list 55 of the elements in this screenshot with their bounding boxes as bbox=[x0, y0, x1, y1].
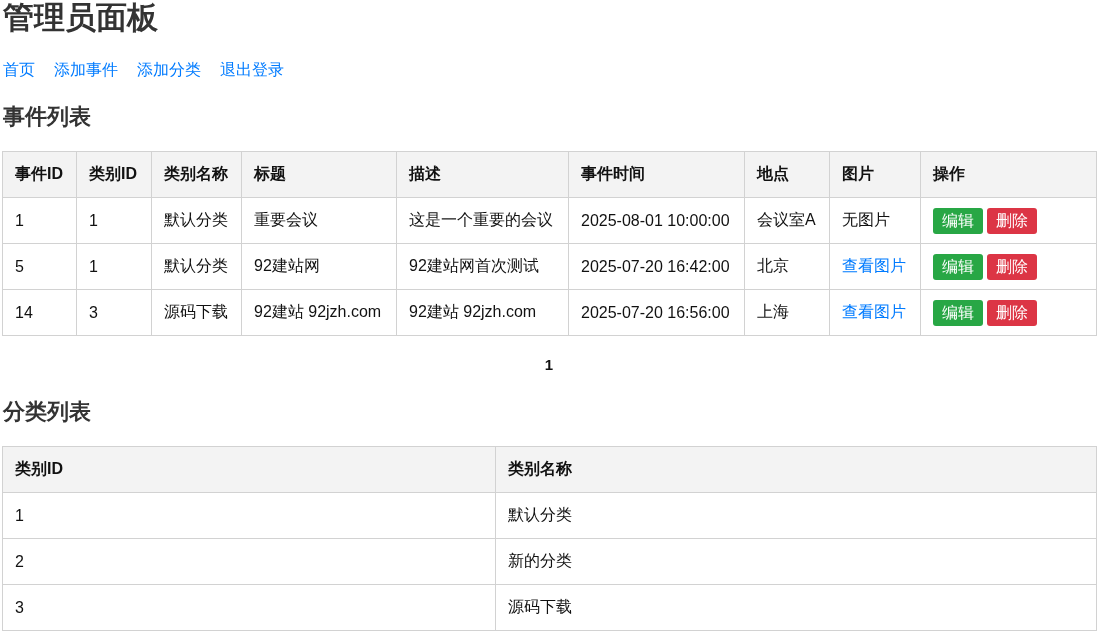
edit-button[interactable]: 编辑 bbox=[933, 207, 983, 234]
edit-button[interactable]: 编辑 bbox=[933, 253, 983, 280]
page-title: 管理员面板 bbox=[2, 0, 158, 36]
table-cell: 92建站 92jzh.com bbox=[241, 289, 397, 336]
table-cell: 2025-08-01 10:00:00 bbox=[568, 197, 745, 244]
column-header: 类别名称 bbox=[151, 151, 242, 198]
table-cell: 92建站 92jzh.com bbox=[396, 289, 569, 336]
column-header: 事件时间 bbox=[568, 151, 745, 198]
table-cell: 源码下载 bbox=[495, 584, 1097, 631]
table-cell: 会议室A bbox=[744, 197, 830, 244]
table-cell: 1 bbox=[2, 197, 77, 244]
table-cell: 3 bbox=[76, 289, 152, 336]
nav-link[interactable]: 添加分类 bbox=[137, 60, 201, 80]
table-cell: 新的分类 bbox=[495, 538, 1097, 585]
column-header: 类别ID bbox=[76, 151, 152, 198]
column-header: 事件ID bbox=[2, 151, 77, 198]
delete-button[interactable]: 删除 bbox=[987, 253, 1037, 280]
table-cell: 3 bbox=[2, 584, 496, 631]
column-header: 描述 bbox=[396, 151, 569, 198]
table-cell: 14 bbox=[2, 289, 77, 336]
section-title: 事件列表 bbox=[2, 105, 91, 129]
delete-button[interactable]: 删除 bbox=[987, 207, 1037, 234]
table-cell: 默认分类 bbox=[151, 243, 242, 290]
table-cell: 无图片 bbox=[829, 197, 921, 244]
column-header: 类别名称 bbox=[495, 446, 1097, 493]
nav-link[interactable]: 添加事件 bbox=[54, 60, 118, 80]
column-header: 图片 bbox=[829, 151, 921, 198]
view-image-link[interactable]: 查看图片 bbox=[842, 303, 906, 320]
table-cell: 2 bbox=[2, 538, 496, 585]
table-cell: 北京 bbox=[744, 243, 830, 290]
table-cell: 重要会议 bbox=[241, 197, 397, 244]
table-cell: 92建站网首次测试 bbox=[396, 243, 569, 290]
table-cell: 1 bbox=[76, 197, 152, 244]
table-cell: 5 bbox=[2, 243, 77, 290]
column-header: 类别ID bbox=[2, 446, 496, 493]
edit-button[interactable]: 编辑 bbox=[933, 299, 983, 326]
table-cell: 默认分类 bbox=[495, 492, 1097, 539]
section-title: 分类列表 bbox=[2, 400, 91, 424]
table-cell: 这是一个重要的会议 bbox=[396, 197, 569, 244]
table-cell: 1 bbox=[76, 243, 152, 290]
table-cell: 92建站网 bbox=[241, 243, 397, 290]
table-cell: 2025-07-20 16:42:00 bbox=[568, 243, 745, 290]
table-cell: 默认分类 bbox=[151, 197, 242, 244]
page-number[interactable]: 1 bbox=[544, 355, 554, 375]
table-cell: 2025-07-20 16:56:00 bbox=[568, 289, 745, 336]
nav-link[interactable]: 首页 bbox=[3, 60, 35, 80]
view-image-link[interactable]: 查看图片 bbox=[842, 257, 906, 274]
nav-link[interactable]: 退出登录 bbox=[220, 60, 284, 80]
table-cell: 上海 bbox=[744, 289, 830, 336]
column-header: 地点 bbox=[744, 151, 830, 198]
table-cell: 源码下载 bbox=[151, 289, 242, 336]
column-header: 标题 bbox=[241, 151, 397, 198]
table-cell: 1 bbox=[2, 492, 496, 539]
column-header: 操作 bbox=[920, 151, 1097, 198]
delete-button[interactable]: 删除 bbox=[987, 299, 1037, 326]
